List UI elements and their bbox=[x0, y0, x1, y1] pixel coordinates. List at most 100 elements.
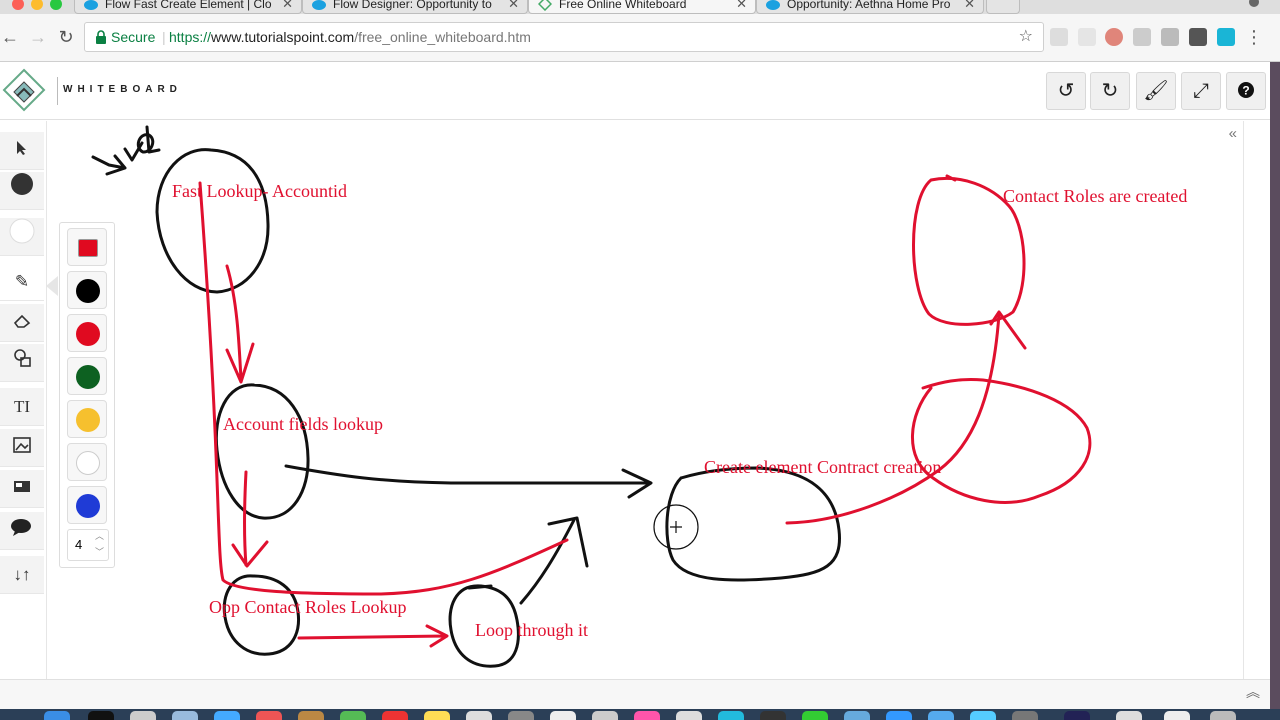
dock-app-icon[interactable] bbox=[718, 711, 744, 720]
color-swatch-yellow[interactable] bbox=[67, 400, 107, 438]
dock-app-icon[interactable] bbox=[634, 711, 660, 720]
main-flow-line bbox=[198, 181, 569, 596]
dock-app-icon[interactable] bbox=[760, 711, 786, 720]
secure-label: Secure bbox=[111, 29, 156, 45]
evernote-extension-icon[interactable] bbox=[1189, 28, 1207, 46]
text-tool-button[interactable]: TI bbox=[0, 388, 44, 426]
color-swatch-selected[interactable] bbox=[67, 228, 107, 266]
address-bar[interactable]: Secure | https://www.tutorialspoint.com/… bbox=[84, 22, 1044, 52]
color-swatch-green[interactable] bbox=[67, 357, 107, 395]
dock-app-icon[interactable] bbox=[88, 711, 114, 720]
dock-app-icon[interactable] bbox=[592, 711, 618, 720]
url-host: www.tutorialspoint.com bbox=[211, 29, 355, 45]
drawing-surface[interactable]: Fast Lookup- Accountid Account fields lo… bbox=[47, 121, 1245, 679]
tab-opportunity-aethna[interactable]: Opportunity: Aethna Home Pro ✕ bbox=[756, 0, 984, 14]
image-tool-button[interactable] bbox=[0, 429, 44, 467]
undo-button[interactable]: ↺ bbox=[1046, 72, 1086, 110]
dock-app-icon[interactable] bbox=[424, 711, 450, 720]
color-swatch-white[interactable] bbox=[67, 443, 107, 481]
shapes-tool-button[interactable] bbox=[0, 344, 44, 382]
color-swatch-red[interactable] bbox=[67, 314, 107, 352]
url-scheme: https:// bbox=[169, 29, 212, 45]
text-icon: TI bbox=[13, 397, 31, 416]
pencil-tool-button[interactable]: ✎ bbox=[0, 263, 44, 301]
help-icon: ? bbox=[1238, 82, 1254, 98]
dock-app-icon[interactable] bbox=[508, 711, 534, 720]
browser-toolbar: ← → ↻ Secure | https://www.tutorialspoin… bbox=[0, 14, 1280, 62]
new-tab-button[interactable] bbox=[986, 0, 1020, 14]
redo-button[interactable]: ↻ bbox=[1090, 72, 1130, 110]
close-tab-icon[interactable]: ✕ bbox=[736, 0, 747, 12]
screen-tool-button[interactable] bbox=[0, 470, 44, 508]
tab-free-online-whiteboard[interactable]: Free Online Whiteboard ✕ bbox=[528, 0, 756, 14]
salesforce-cloud-icon bbox=[766, 0, 780, 10]
dock-app-icon[interactable] bbox=[130, 711, 156, 720]
puzzle-extension-icon[interactable] bbox=[1161, 28, 1179, 46]
stroke-width-stepper[interactable]: 4 ︿ ﹀ bbox=[67, 529, 109, 561]
block-extension-icon[interactable] bbox=[1105, 28, 1123, 46]
expand-up-icon[interactable]: ︽ bbox=[1246, 682, 1260, 702]
dock-app-icon[interactable] bbox=[382, 711, 408, 720]
forward-icon[interactable]: → bbox=[28, 27, 48, 47]
help-button[interactable]: ? bbox=[1226, 72, 1266, 110]
close-tab-icon[interactable]: ✕ bbox=[508, 0, 519, 12]
dock-app-icon[interactable] bbox=[1164, 711, 1190, 720]
whiteboard-canvas[interactable]: Fast Lookup- Accountid Account fields lo… bbox=[46, 121, 1244, 679]
clear-brush-button[interactable]: 🖌 bbox=[1136, 72, 1176, 110]
color-palette: 4 ︿ ﹀ bbox=[59, 222, 115, 568]
close-window-dot[interactable] bbox=[12, 0, 24, 10]
dock-app-icon[interactable] bbox=[928, 711, 954, 720]
collapse-panel-icon[interactable]: « bbox=[1229, 125, 1237, 142]
dock-app-icon[interactable] bbox=[298, 711, 324, 720]
chrome-menu-icon[interactable]: ⋮ bbox=[1244, 27, 1264, 47]
dock-app-icon[interactable] bbox=[172, 711, 198, 720]
dock-app-icon[interactable] bbox=[214, 711, 240, 720]
decrement-icon[interactable]: ﹀ bbox=[95, 537, 104, 567]
dock-app-icon[interactable] bbox=[676, 711, 702, 720]
fill-circle-tool-button[interactable] bbox=[0, 172, 44, 210]
dock-app-icon[interactable] bbox=[1064, 711, 1090, 720]
minimize-window-dot[interactable] bbox=[31, 0, 43, 10]
dock-app-icon[interactable] bbox=[844, 711, 870, 720]
dock-app-icon[interactable] bbox=[550, 711, 576, 720]
sort-arrows-icon: ↓↑ bbox=[13, 565, 31, 584]
finder-dock-icon[interactable] bbox=[44, 711, 70, 720]
dock-app-icon[interactable] bbox=[970, 711, 996, 720]
screencast-extension-icon[interactable] bbox=[1217, 28, 1235, 46]
grid-extension-icon[interactable] bbox=[1078, 28, 1096, 46]
dock-app-icon[interactable] bbox=[886, 711, 912, 720]
zoom-window-dot[interactable] bbox=[50, 0, 62, 10]
account-fields-label: Account fields lookup bbox=[223, 414, 383, 434]
create-element-label: Create element Contract creation bbox=[704, 457, 941, 477]
fullscreen-button[interactable]: ⤢ bbox=[1181, 72, 1221, 110]
url-text: https://www.tutorialspoint.com/free_onli… bbox=[169, 23, 531, 51]
back-icon[interactable]: ← bbox=[0, 27, 20, 47]
eraser-tool-button[interactable] bbox=[0, 304, 44, 342]
close-tab-icon[interactable]: ✕ bbox=[964, 0, 975, 12]
select-arrow-icon bbox=[17, 141, 26, 155]
reload-icon[interactable]: ↻ bbox=[56, 27, 76, 47]
dock-app-icon[interactable] bbox=[1116, 711, 1142, 720]
trash-dock-icon[interactable] bbox=[1210, 711, 1236, 720]
bookmark-star-icon[interactable]: ☆ bbox=[1019, 23, 1033, 51]
tab-flow-designer[interactable]: Flow Designer: Opportunity to ✕ bbox=[302, 0, 528, 14]
color-swatch-black[interactable] bbox=[67, 271, 107, 309]
comment-tool-button[interactable] bbox=[0, 512, 44, 550]
image-icon bbox=[13, 437, 31, 453]
cloud-extension-icon[interactable] bbox=[1050, 28, 1068, 46]
dock-app-icon[interactable] bbox=[466, 711, 492, 720]
profile-icon[interactable] bbox=[1246, 0, 1262, 11]
empty-circle-tool-button[interactable] bbox=[0, 218, 44, 256]
dock-app-icon[interactable] bbox=[802, 711, 828, 720]
tool-sidebar: ✎ TI ↓↑ bbox=[0, 128, 44, 608]
select-tool-button[interactable] bbox=[0, 132, 44, 170]
loop-label: Loop through it bbox=[475, 620, 588, 640]
translate-extension-icon[interactable] bbox=[1133, 28, 1151, 46]
sort-tool-button[interactable]: ↓↑ bbox=[0, 556, 44, 594]
color-swatch-blue[interactable] bbox=[67, 486, 107, 524]
close-tab-icon[interactable]: ✕ bbox=[282, 0, 293, 12]
tab-flow-fast-create[interactable]: Flow Fast Create Element | Clo ✕ bbox=[74, 0, 302, 14]
dock-app-icon[interactable] bbox=[1012, 711, 1038, 720]
dock-app-icon[interactable] bbox=[340, 711, 366, 720]
dock-app-icon[interactable] bbox=[256, 711, 282, 720]
